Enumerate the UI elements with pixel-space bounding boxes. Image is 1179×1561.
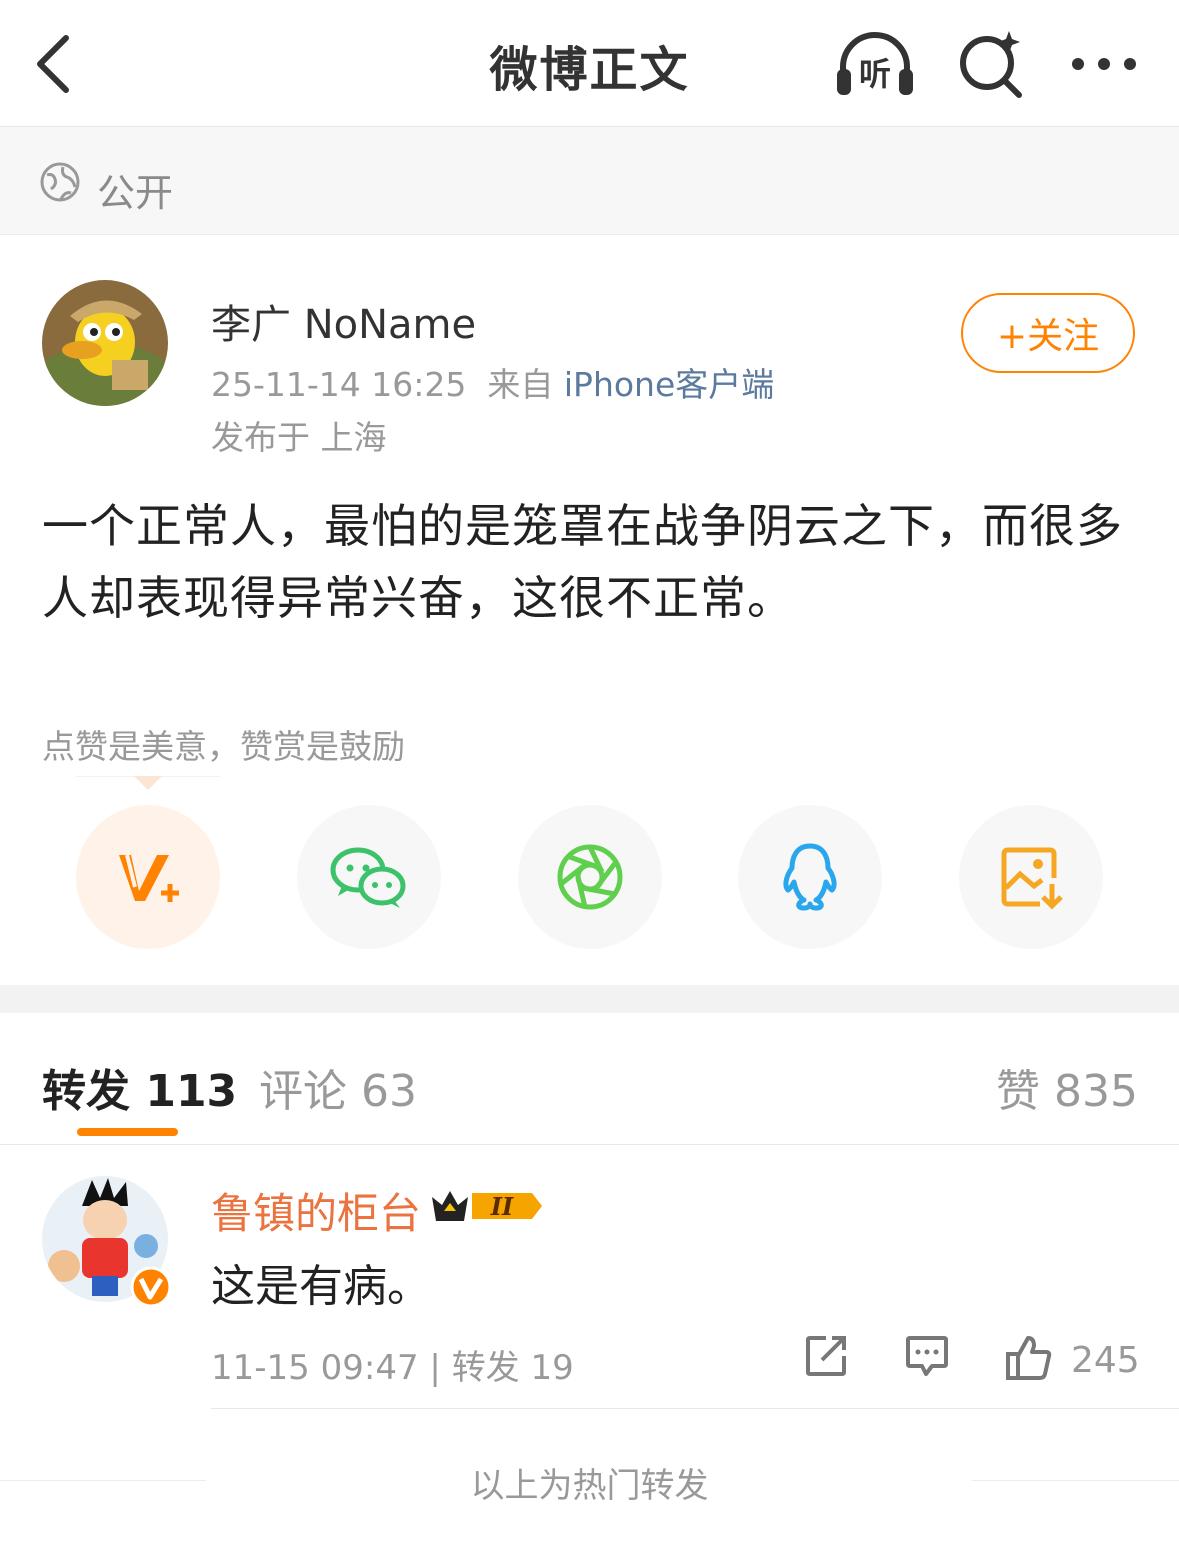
post-time: 25-11-14 16:25 [211,365,467,404]
reward-pointer [76,776,220,790]
repost-username[interactable]: 鲁镇的柜台 [211,1180,421,1241]
top-bar: 微博正文 听 [0,0,1179,127]
wechat-icon [330,847,406,908]
repost-comment-button[interactable] [904,1334,950,1378]
meta-separator: | [429,1348,441,1388]
tab-like-count: 835 [1054,1066,1138,1117]
comment-icon [906,1336,948,1376]
moments-share-button[interactable] [518,805,662,949]
visibility-bar [0,127,1179,235]
verified-badge-icon [130,1266,172,1308]
tab-comment-count: 63 [361,1066,417,1117]
repost-meta: 11-15 09:47 | 转发 19 [211,1340,574,1389]
vplus-share-button[interactable] [76,805,220,949]
listen-button[interactable]: 听 [833,22,917,106]
more-button[interactable] [1062,22,1146,106]
headphones-icon: 听 [837,32,913,95]
repost-count: 转发 19 [451,1348,574,1388]
follow-button[interactable]: +关注 [961,293,1135,373]
section-divider [0,985,1179,1013]
repost-share-button[interactable] [804,1334,848,1378]
save-image-icon [1001,847,1063,910]
more-dots-icon [1072,58,1136,70]
post-meta: 25-11-14 16:25 来自 iPhone客户端 [211,358,774,406]
hot-reposts-footer: 以上为热门转发 [470,1466,709,1506]
author-avatar[interactable] [42,280,168,406]
post-content: 一个正常人，最怕的是笼罩在战争阴云之下，而很多人却表现得异常兴奋，这很不正常。 [42,499,1123,625]
member-level-text: II [490,1192,514,1221]
tab-comment-label: 评论 [259,1066,347,1117]
repost-like-count: 245 [1071,1340,1140,1381]
tab-repost-label: 转发 [42,1066,130,1117]
vplus-icon [119,854,179,902]
tab-like[interactable]: 赞 835 [996,1055,1138,1119]
member-crown-badge-icon: II [432,1191,542,1221]
duck-avatar-image [42,280,168,406]
repost-like-button[interactable] [1004,1334,1054,1382]
post-source-link[interactable]: iPhone客户端 [564,365,774,404]
search-icon [960,31,1022,98]
share-icon [806,1336,846,1376]
tab-comment[interactable]: 评论 63 [259,1055,417,1119]
tab-divider [0,1144,1179,1145]
post-location: 发布于 上海 [211,418,387,457]
listen-label: 听 [859,55,891,93]
globe-icon [40,162,80,202]
qq-icon [783,843,837,911]
search-button[interactable] [948,22,1032,106]
visibility-label: 公开 [97,171,174,215]
qq-share-button[interactable] [738,805,882,949]
author-name[interactable]: 李广 NoName [211,292,476,350]
source-prefix: 来自 [487,365,554,404]
tab-repost[interactable]: 转发 113 [42,1055,237,1119]
tab-like-label: 赞 [996,1066,1040,1117]
repost-text: 这是有病。 [211,1261,431,1312]
wechat-share-button[interactable] [297,805,441,949]
repost-time: 11-15 09:47 [211,1348,419,1388]
moments-icon [557,844,623,910]
tab-repost-count: 113 [145,1066,238,1117]
active-tab-indicator [77,1128,178,1136]
reward-hint: 点赞是美意，赞赏是鼓励 [42,727,405,766]
thumbs-up-icon [1006,1336,1052,1380]
save-image-share-button[interactable] [959,805,1103,949]
repost-divider [211,1408,1179,1409]
